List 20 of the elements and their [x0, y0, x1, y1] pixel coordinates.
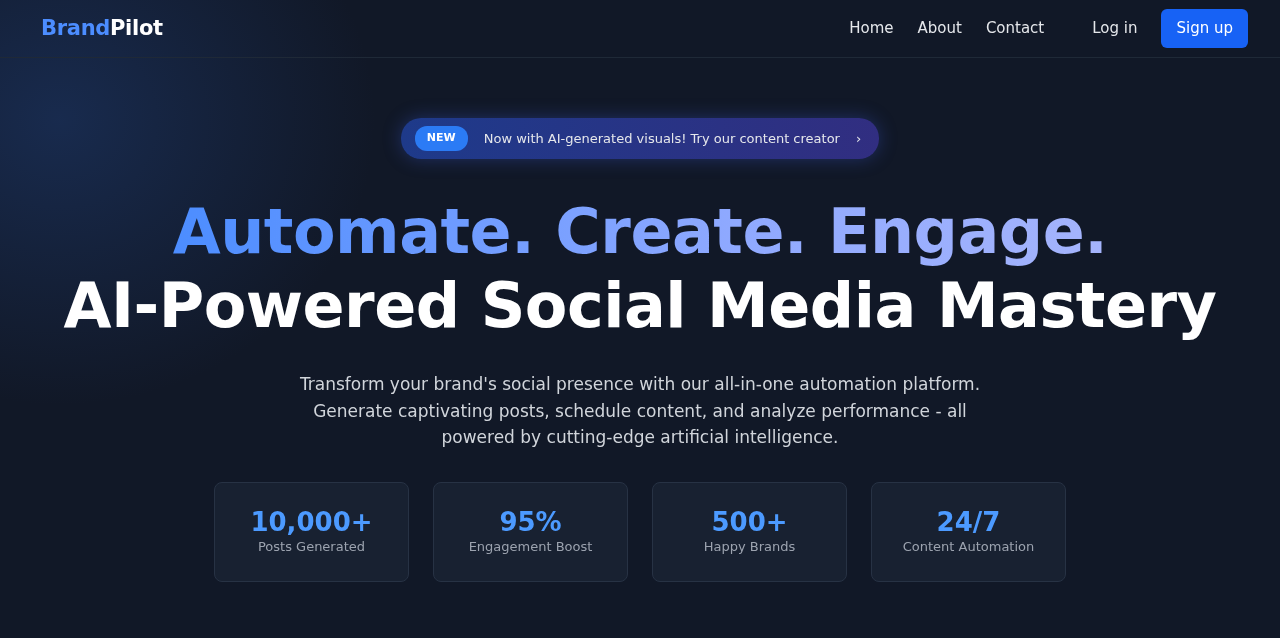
stat-value: 95% [499, 508, 562, 537]
login-link[interactable]: Log in [1092, 17, 1138, 40]
announcement-banner[interactable]: NEW Now with AI-generated visuals! Try our content creator › [400, 118, 880, 159]
stat-value: 500+ [711, 508, 788, 537]
nav-link[interactable]: Contact [985, 17, 1045, 40]
stat-value: 10,000+ [250, 508, 373, 537]
headline: AI-Powered Social Media Mastery [63, 268, 1217, 344]
stat-label: Posts Generated [257, 537, 366, 556]
stat-label: Happy Brands [703, 537, 796, 556]
stat-label: Content Automation [902, 537, 1035, 556]
stat-value: 24/7 [936, 508, 1001, 537]
new-badge: NEW [414, 126, 468, 151]
brand-logo[interactable]: BrandPilot [41, 12, 163, 45]
signup-button[interactable]: Sign up [1161, 9, 1248, 48]
chevron-icon: › [855, 128, 862, 148]
announcement-text: Now with AI-generated visuals! Try our content creator [483, 129, 840, 148]
nav-link[interactable]: Home [849, 17, 894, 40]
hero-description: Transform your brand's social presence with our all-in-one automation platform. Generate captivating posts, schedule content, and analyze performance - all powered by cutting-edge artificial intelligence. [298, 373, 982, 449]
stat-label: Engagement Boost [468, 537, 593, 556]
nav-link[interactable]: About [917, 17, 962, 40]
